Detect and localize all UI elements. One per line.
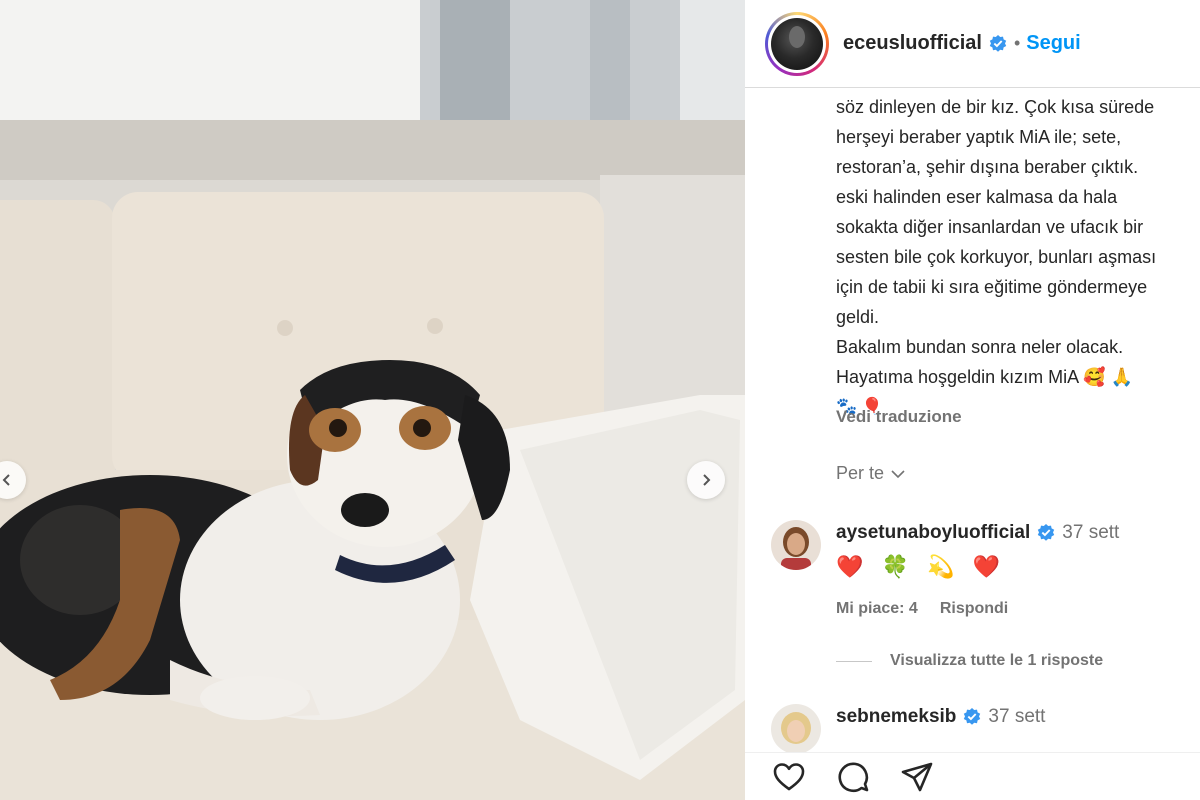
comment-avatar[interactable] xyxy=(771,520,821,570)
verified-badge-icon xyxy=(989,34,1007,52)
caption-line: sesten bile çok korkuyor, bunları aşması xyxy=(836,247,1157,267)
profile-avatar[interactable] xyxy=(765,11,829,76)
post-caption: söz dinleyen de bir kız. Çok kısa sürede… xyxy=(836,92,1200,422)
see-translation-link[interactable]: Vedi traduzione xyxy=(836,407,962,427)
post-action-bar xyxy=(745,752,1200,800)
follow-button[interactable]: Segui xyxy=(1026,32,1080,55)
replies-divider xyxy=(836,660,872,662)
comment-time[interactable]: 37 sett xyxy=(988,706,1045,728)
avatar-photo xyxy=(771,17,823,70)
post-username[interactable]: eceusluofficial xyxy=(843,32,982,55)
chevron-left-icon xyxy=(2,474,10,486)
view-replies-button[interactable]: Visualizza tutte le 1 risposte xyxy=(836,652,1103,670)
reply-button[interactable]: Rispondi xyxy=(940,600,1008,618)
caption-line: restoran’a, şehir dışına beraber çıktık. xyxy=(836,157,1139,177)
caption-line: söz dinleyen de bir kız. Çok kısa sürede xyxy=(836,97,1155,117)
commenter-photo xyxy=(771,704,821,754)
chevron-down-icon xyxy=(891,469,905,478)
verified-badge-icon xyxy=(1038,524,1055,541)
share-icon[interactable] xyxy=(899,759,935,795)
post-image[interactable] xyxy=(0,0,745,800)
caption-line: eski halinden eser kalmasa da hala xyxy=(836,187,1118,207)
dog-on-sofa-photo xyxy=(0,0,745,800)
caption-line: herşeyi beraber yaptık MiA ile; sete, xyxy=(836,127,1122,147)
comment-username[interactable]: aysetunaboyluofficial xyxy=(836,522,1030,544)
comment-item: sebnemeksib 37 sett xyxy=(771,704,1200,754)
comment-time[interactable]: 37 sett xyxy=(1062,522,1119,544)
carousel-next-button[interactable] xyxy=(687,461,725,499)
verified-badge-icon xyxy=(964,708,981,725)
caption-line: geldi. xyxy=(836,307,880,327)
caption-line: için de tabii ki sıra eğitime göndermeye xyxy=(836,277,1148,297)
caption-line: Hayatıma hoşgeldin kızım MiA 🥰 🙏 xyxy=(836,367,1133,387)
comment-item: aysetunaboyluofficial 37 sett ❤️ 🍀 💫 ❤️ … xyxy=(771,520,1200,630)
heart-icon[interactable] xyxy=(771,759,807,795)
caption-line: Bakalım bundan sonra neler olacak. xyxy=(836,337,1124,357)
comment-likes[interactable]: Mi piace: 4 xyxy=(836,600,918,618)
commenter-photo xyxy=(771,520,821,570)
comment-text: ❤️ 🍀 💫 ❤️ xyxy=(836,554,1006,579)
comment-avatar[interactable] xyxy=(771,704,821,754)
separator-dot: • xyxy=(1013,33,1021,53)
comment-username[interactable]: sebnemeksib xyxy=(836,706,956,728)
post-side-panel: eceusluofficial • Segui söz dinleyen de … xyxy=(745,0,1200,800)
view-replies-label: Visualizza tutte le 1 risposte xyxy=(890,652,1104,669)
for-you-label: Per te xyxy=(836,463,885,483)
caption-line: sokakta diğer insanlardan ve ufacık bir xyxy=(836,217,1144,237)
for-you-filter[interactable]: Per te xyxy=(836,463,906,484)
chevron-right-icon xyxy=(703,474,711,486)
comment-icon[interactable] xyxy=(835,759,871,795)
post-header: eceusluofficial • Segui xyxy=(745,0,1200,88)
